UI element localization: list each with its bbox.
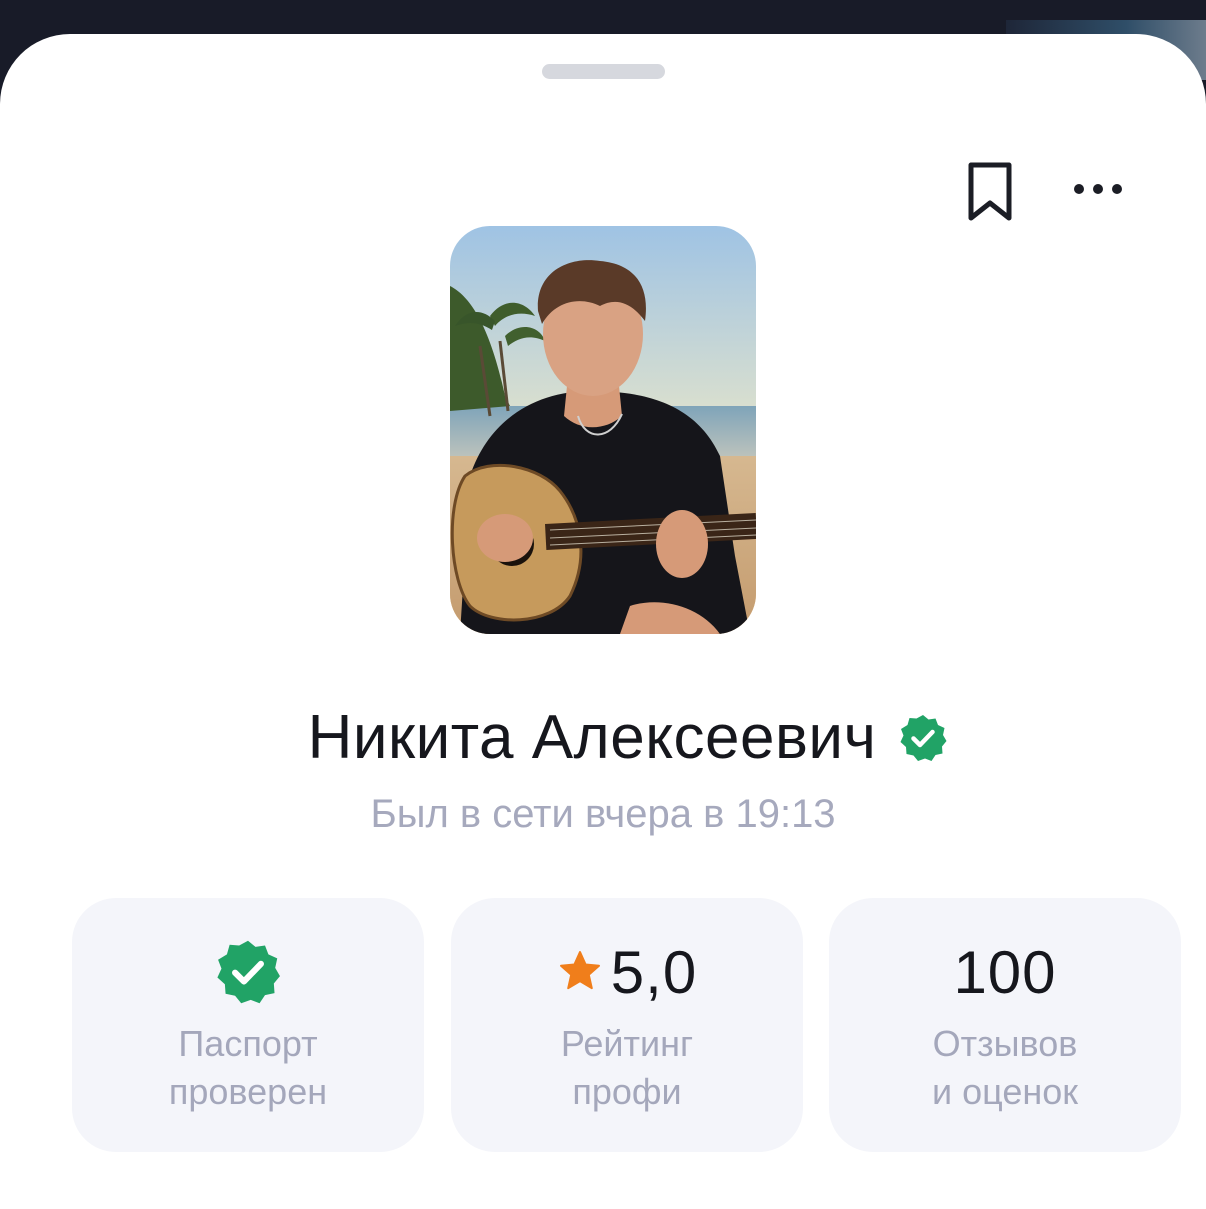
more-horizontal-icon-dot <box>1112 184 1122 194</box>
stat-label-line2: и оценок <box>931 1071 1079 1112</box>
bookmark-button[interactable] <box>958 156 1022 228</box>
verified-check-icon[interactable] <box>898 713 948 763</box>
verified-check-icon <box>217 940 280 1004</box>
stat-card-passport[interactable]: Паспорт проверен <box>72 898 424 1152</box>
profile-name-row: Никита Алексеевич <box>0 702 1206 773</box>
more-horizontal-icon-dot <box>1093 184 1103 194</box>
stat-label: Отзывов и оценок <box>932 1020 1078 1116</box>
stat-label-line1: Рейтинг <box>560 1023 694 1064</box>
profile-name: Никита Алексеевич <box>307 703 877 772</box>
more-horizontal-icon <box>1074 184 1084 194</box>
stat-card-header <box>214 934 282 1010</box>
stat-card-rating[interactable]: 5,0 Рейтинг профи <box>451 898 803 1152</box>
bookmark-icon <box>968 162 1012 221</box>
more-options-button[interactable] <box>1064 164 1132 214</box>
stat-card-header: 100 <box>953 934 1056 1010</box>
stat-card-header: 5,0 <box>557 934 697 1010</box>
stat-label: Паспорт проверен <box>169 1020 327 1116</box>
reviews-count: 100 <box>953 938 1057 1006</box>
rating-value: 5,0 <box>610 938 698 1006</box>
app-screen: Никита Алексеевич Был в сети вчера в 19:… <box>0 0 1206 1209</box>
stat-label-line2: проверен <box>168 1071 328 1112</box>
profile-sheet: Никита Алексеевич Был в сети вчера в 19:… <box>0 34 1206 1209</box>
stat-label: Рейтинг профи <box>561 1020 693 1116</box>
profile-photo[interactable] <box>450 226 756 634</box>
stat-card-reviews[interactable]: 100 Отзывов и оценок <box>829 898 1181 1152</box>
stat-label-line1: Отзывов <box>932 1023 1078 1064</box>
sheet-grabber[interactable] <box>542 64 665 79</box>
stat-label-line1: Паспорт <box>178 1023 318 1064</box>
stat-label-line2: профи <box>572 1071 682 1112</box>
last-seen-status: Был в сети вчера в 19:13 <box>370 792 836 836</box>
star-icon <box>559 951 600 990</box>
